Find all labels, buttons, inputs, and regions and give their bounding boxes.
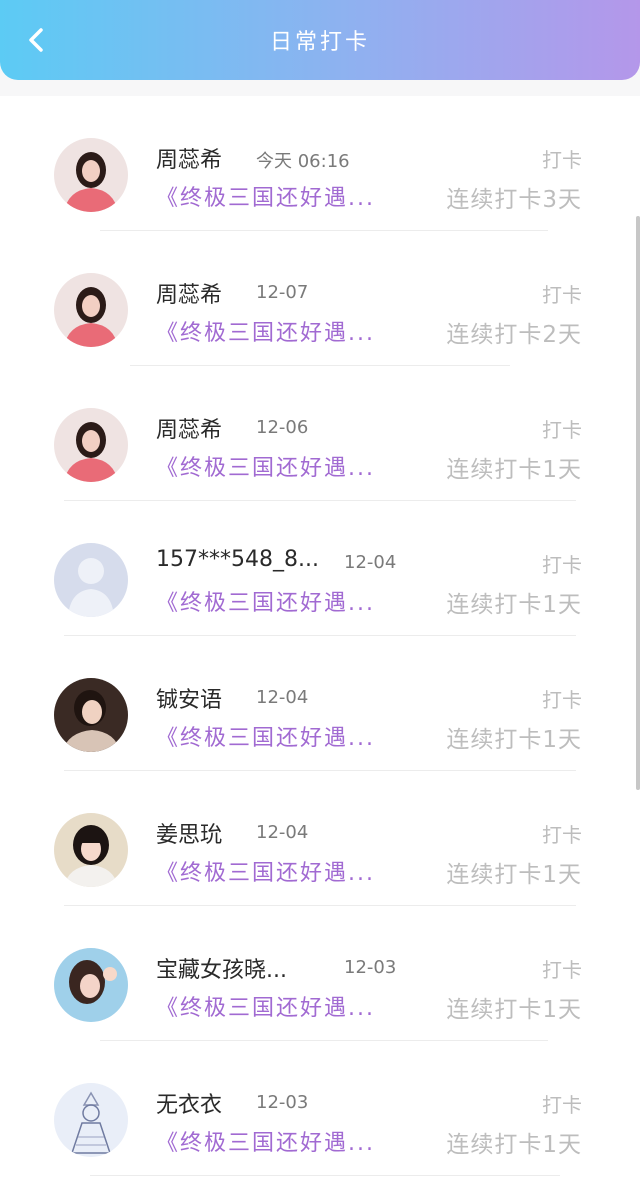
checkin-date: 12-04 <box>256 822 309 843</box>
user-photo-icon <box>54 273 128 347</box>
book-title[interactable]: 《终极三国还好遇... <box>156 315 375 347</box>
avatar[interactable] <box>54 273 128 347</box>
streak-text: 连续打卡1天 <box>446 592 582 618</box>
book-title[interactable]: 《终极三国还好遇... <box>156 450 375 482</box>
list-item[interactable]: 宝藏女孩晓... 12-03 打卡 《终极三国还好遇... 连续打卡1天 <box>0 906 640 1041</box>
streak-text: 连续打卡1天 <box>446 1132 582 1158</box>
list-item[interactable]: 铖安语 12-04 打卡 《终极三国还好遇... 连续打卡1天 <box>0 636 640 771</box>
list-item[interactable]: 无衣衣 12-03 打卡 《终极三国还好遇... 连续打卡1天 <box>0 1041 640 1176</box>
user-name: 周蕊希 <box>156 148 223 173</box>
user-name: 宝藏女孩晓... <box>156 958 287 983</box>
scrollbar[interactable] <box>636 216 640 790</box>
user-photo-icon <box>54 408 128 482</box>
user-photo-icon <box>54 138 128 212</box>
checkin-date: 今天 06:16 <box>256 151 350 172</box>
avatar[interactable] <box>54 948 128 1022</box>
book-title[interactable]: 《终极三国还好遇... <box>156 990 375 1022</box>
checkin-date: 12-06 <box>256 417 309 438</box>
user-photo-icon <box>54 948 128 1022</box>
streak-text: 连续打卡1天 <box>446 727 582 753</box>
user-photo-icon <box>54 678 128 752</box>
list-item[interactable]: 157***548_8... 12-04 打卡 《终极三国还好遇... 连续打卡… <box>0 501 640 636</box>
user-illustration-icon <box>54 1083 128 1157</box>
book-title[interactable]: 《终极三国还好遇... <box>156 180 375 212</box>
user-name: 铖安语 <box>156 688 223 713</box>
list-item[interactable]: 周蕊希 今天 06:16 打卡 《终极三国还好遇... 连续打卡3天 <box>0 96 640 231</box>
checkin-date: 12-03 <box>344 957 397 978</box>
streak-text: 连续打卡1天 <box>446 862 582 888</box>
streak-text: 连续打卡2天 <box>446 322 582 348</box>
book-title[interactable]: 《终极三国还好遇... <box>156 585 375 617</box>
checkin-button[interactable]: 打卡 <box>542 414 582 443</box>
list-item[interactable]: 姜思玧 12-04 打卡 《终极三国还好遇... 连续打卡1天 <box>0 771 640 906</box>
book-title[interactable]: 《终极三国还好遇... <box>156 855 375 887</box>
book-title[interactable]: 《终极三国还好遇... <box>156 720 375 752</box>
list-item[interactable]: 周蕊希 12-07 打卡 《终极三国还好遇... 连续打卡2天 <box>0 231 640 366</box>
checkin-button[interactable]: 打卡 <box>542 954 582 983</box>
checkin-button[interactable]: 打卡 <box>542 684 582 713</box>
user-name: 157***548_8... <box>156 547 319 572</box>
avatar[interactable] <box>54 813 128 887</box>
avatar[interactable] <box>54 408 128 482</box>
checkin-button[interactable]: 打卡 <box>542 279 582 308</box>
user-photo-icon <box>54 813 128 887</box>
header-bar: 日常打卡 <box>0 0 640 80</box>
checkin-date: 12-07 <box>256 282 309 303</box>
checkin-date: 12-03 <box>256 1092 309 1113</box>
avatar[interactable] <box>54 543 128 617</box>
checkin-button[interactable]: 打卡 <box>542 144 582 173</box>
checkin-button[interactable]: 打卡 <box>542 1089 582 1118</box>
streak-text: 连续打卡3天 <box>446 187 582 213</box>
checkin-date: 12-04 <box>344 552 397 573</box>
checkin-date: 12-04 <box>256 687 309 708</box>
avatar[interactable] <box>54 138 128 212</box>
avatar[interactable] <box>54 1083 128 1157</box>
checkin-button[interactable]: 打卡 <box>542 819 582 848</box>
checkin-button[interactable]: 打卡 <box>542 549 582 578</box>
list-item[interactable]: 周蕊希 12-06 打卡 《终极三国还好遇... 连续打卡1天 <box>0 366 640 501</box>
avatar[interactable] <box>54 678 128 752</box>
user-name: 姜思玧 <box>156 823 223 848</box>
streak-text: 连续打卡1天 <box>446 457 582 483</box>
book-title[interactable]: 《终极三国还好遇... <box>156 1125 375 1157</box>
checkin-list[interactable]: 周蕊希 今天 06:16 打卡 《终极三国还好遇... 连续打卡3天 周蕊希 1… <box>0 96 640 1195</box>
user-name: 周蕊希 <box>156 283 223 308</box>
page-title: 日常打卡 <box>269 30 370 55</box>
user-name: 周蕊希 <box>156 418 223 443</box>
default-user-icon <box>54 543 128 617</box>
user-name: 无衣衣 <box>156 1093 223 1118</box>
divider <box>90 1175 560 1176</box>
streak-text: 连续打卡1天 <box>446 997 582 1023</box>
